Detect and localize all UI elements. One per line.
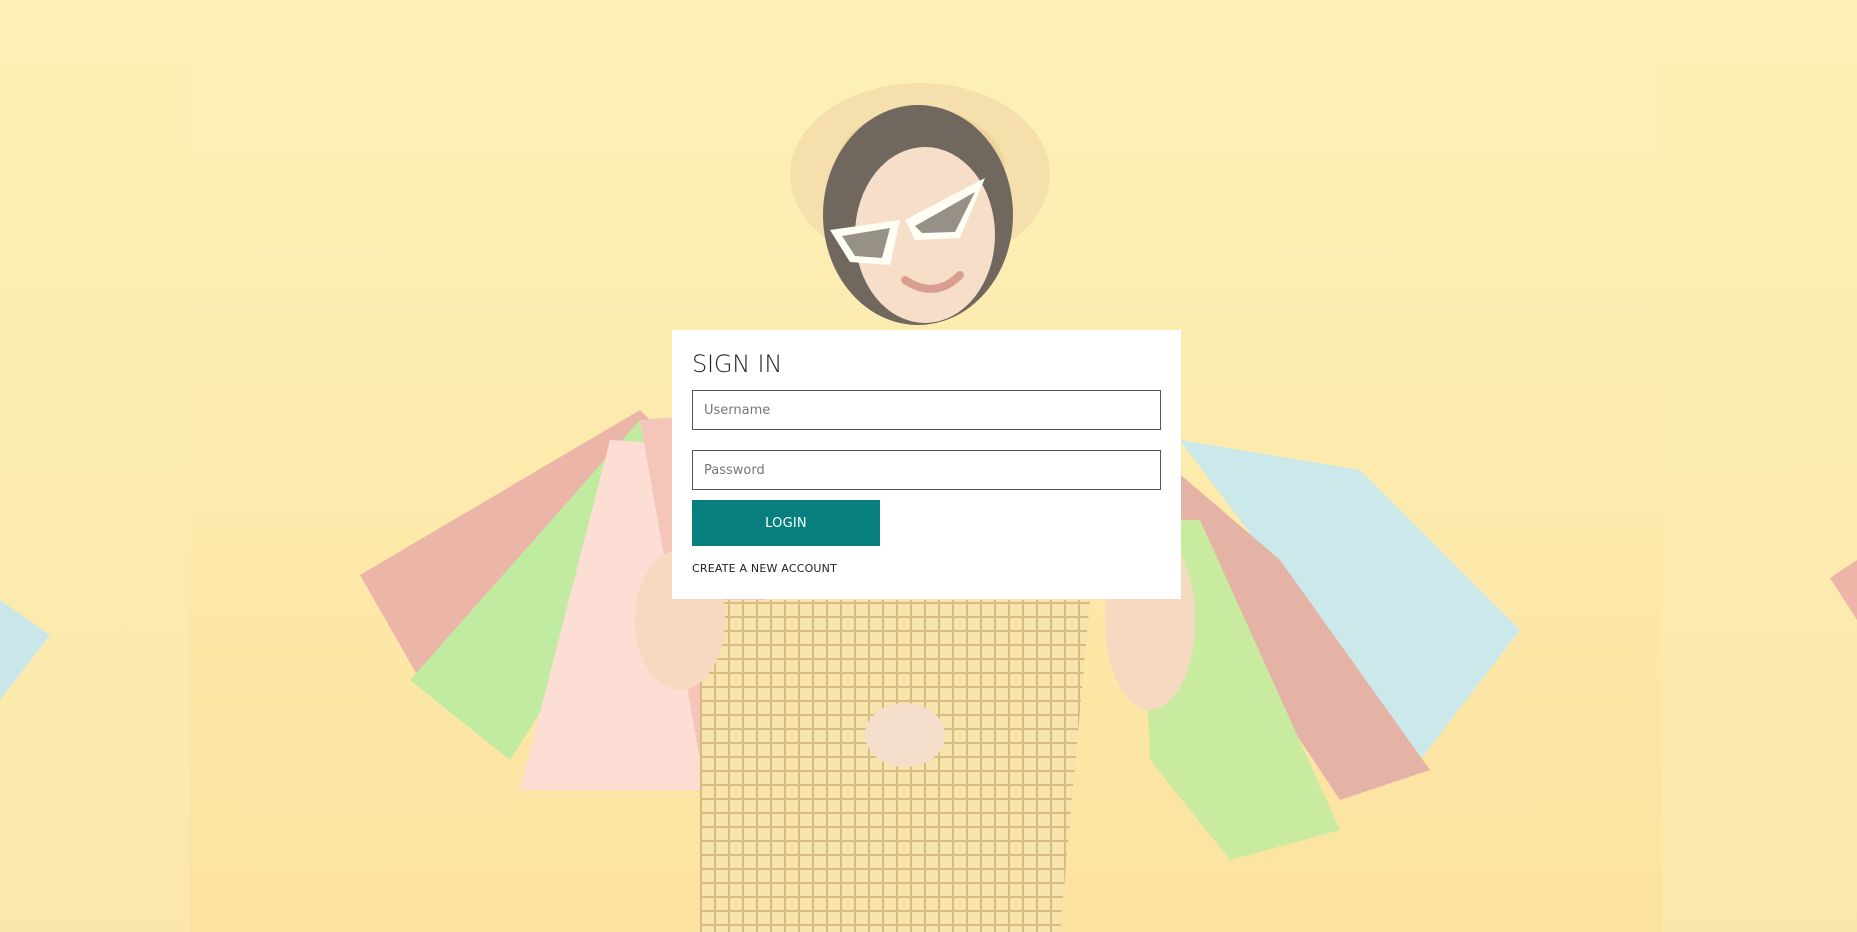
username-input[interactable] xyxy=(692,390,1161,430)
password-input[interactable] xyxy=(692,450,1161,490)
signin-title: SIGN IN xyxy=(692,350,783,378)
login-button[interactable]: LOGIN xyxy=(692,500,880,546)
signin-card: SIGN IN LOGIN CREATE A NEW ACCOUNT xyxy=(672,330,1181,599)
create-account-link[interactable]: CREATE A NEW ACCOUNT xyxy=(692,562,837,575)
